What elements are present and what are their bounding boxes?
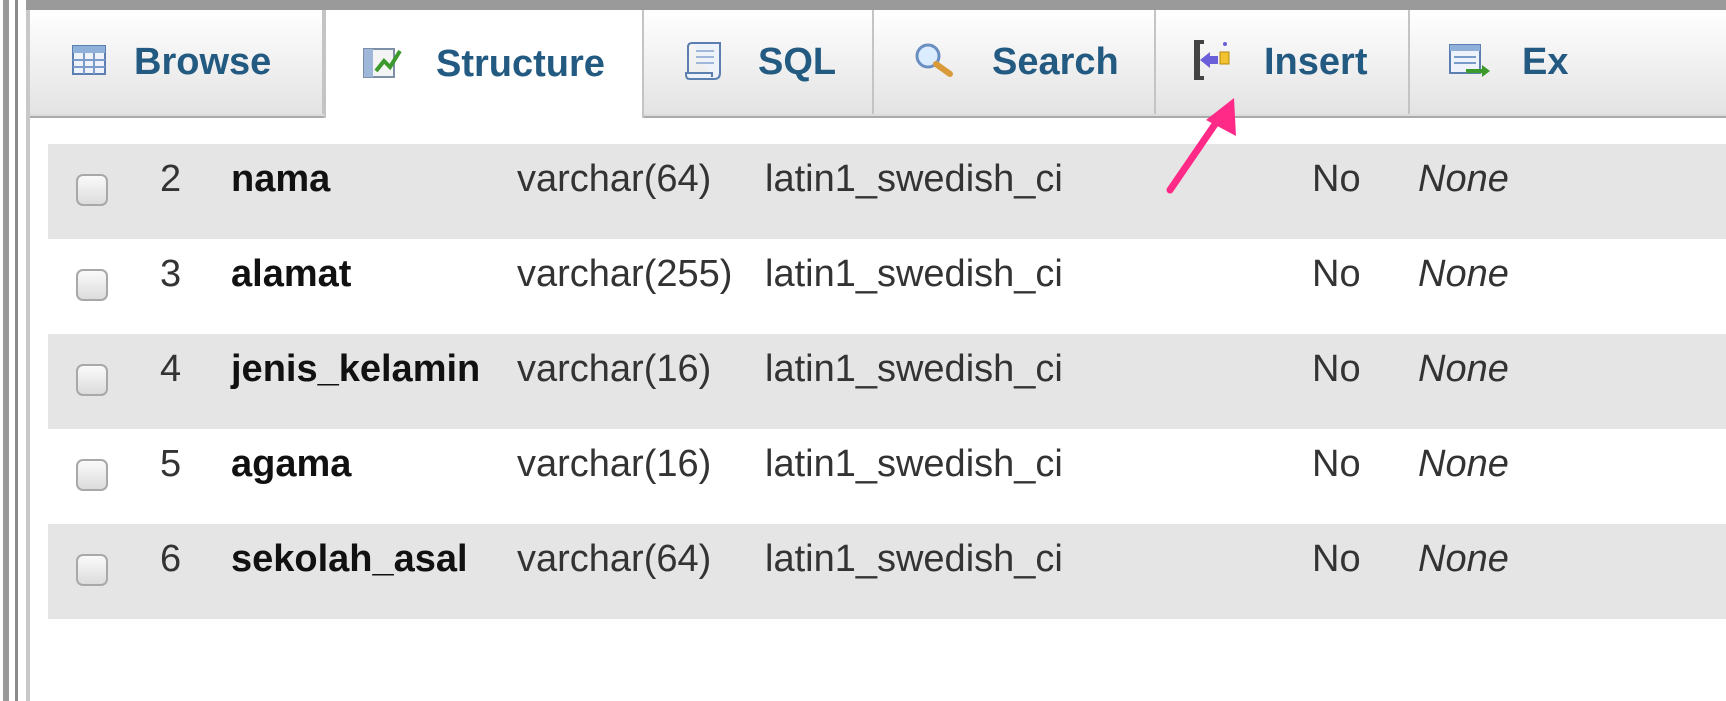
annotation-arrow-icon [1166,98,1236,194]
tab-structure-label: Structure [436,42,605,85]
tab-export-label: Ex [1522,40,1569,83]
tab-structure[interactable]: Structure [324,10,644,118]
row-checkbox[interactable] [76,174,108,206]
column-default: None [1418,348,1509,390]
tab-insert-label: Insert [1264,40,1368,83]
insert-icon [1192,38,1232,87]
row-checkbox[interactable] [76,554,108,586]
tab-search-label: Search [992,40,1119,83]
column-null: No [1312,158,1361,200]
row-checkbox[interactable] [76,269,108,301]
window-frame-inner-edge [15,0,18,701]
table-row: 4 jenis_kelamin varchar(16) latin1_swedi… [48,334,1726,429]
column-number: 2 [160,158,182,200]
row-checkbox[interactable] [76,459,108,491]
top-border [26,0,1726,10]
column-name: agama [231,443,352,485]
column-type: varchar(16) [517,348,712,390]
column-name: sekolah_asal [231,538,468,580]
column-collation: latin1_swedish_ci [765,158,1063,200]
column-default: None [1418,158,1509,200]
structure-table: 2 nama varchar(64) latin1_swedish_ci No … [48,144,1726,619]
column-name: jenis_kelamin [231,348,481,390]
row-checkbox[interactable] [76,364,108,396]
column-type: varchar(16) [517,443,712,485]
column-null: No [1312,443,1361,485]
column-number: 4 [160,348,182,390]
tab-browse-label: Browse [134,40,272,83]
table-row: 3 alamat varchar(255) latin1_swedish_ci … [48,239,1726,334]
column-number: 6 [160,538,182,580]
tab-sql-label: SQL [758,40,837,83]
tab-search[interactable]: Search [874,10,1156,114]
column-null: No [1312,348,1361,390]
tab-sql[interactable]: SQL [644,10,874,114]
table-tab-bar: Browse Structure SQL Search Insert Ex [30,10,1726,118]
structure-icon [362,45,402,84]
table-row: 2 nama varchar(64) latin1_swedish_ci No … [48,144,1726,239]
column-number: 5 [160,443,182,485]
column-collation: latin1_swedish_ci [765,443,1063,485]
column-null: No [1312,253,1361,295]
column-type: varchar(255) [517,253,733,295]
column-collation: latin1_swedish_ci [765,253,1063,295]
tab-export[interactable]: Ex [1410,10,1726,114]
column-default: None [1418,538,1509,580]
table-row: 5 agama varchar(16) latin1_swedish_ci No… [48,429,1726,524]
table-row: 6 sekolah_asal varchar(64) latin1_swedis… [48,524,1726,619]
column-type: varchar(64) [517,538,712,580]
column-default: None [1418,443,1509,485]
magnifier-icon [914,42,954,83]
column-collation: latin1_swedish_ci [765,348,1063,390]
column-name: alamat [231,253,352,295]
column-number: 3 [160,253,182,295]
column-default: None [1418,253,1509,295]
sql-scroll-icon [684,39,724,86]
export-icon [1448,43,1492,82]
tab-browse[interactable]: Browse [30,10,324,114]
column-null: No [1312,538,1361,580]
column-collation: latin1_swedish_ci [765,538,1063,580]
table-grid-icon [72,44,106,80]
column-type: varchar(64) [517,158,712,200]
column-name: nama [231,158,331,200]
